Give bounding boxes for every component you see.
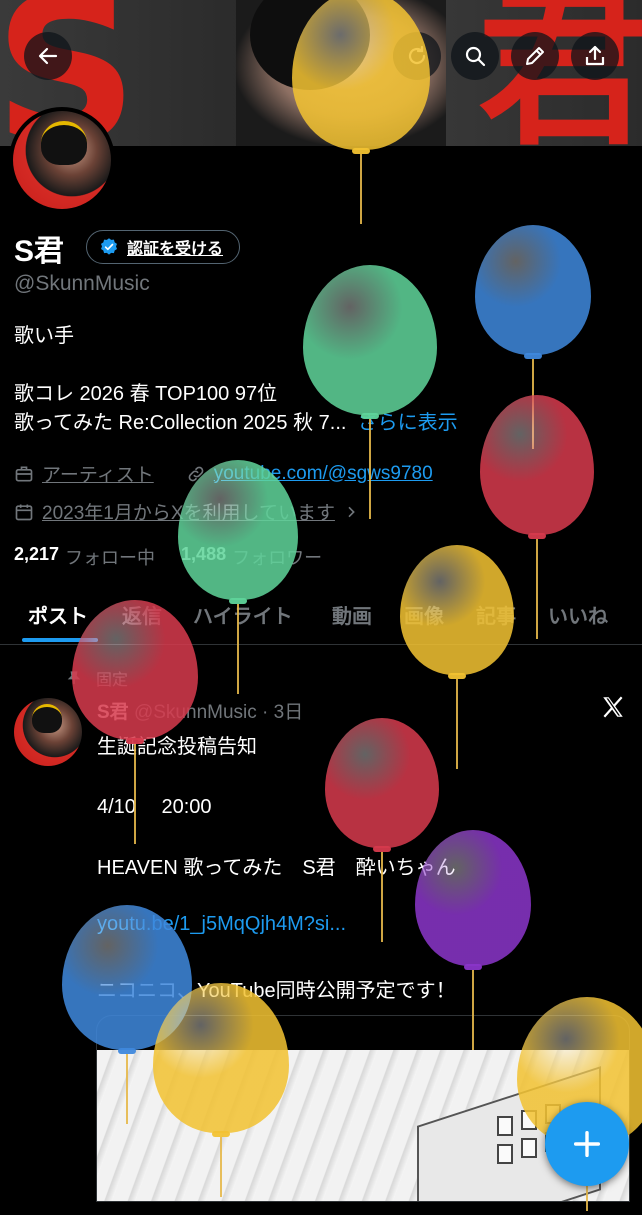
bio-line-3-text: 歌ってみた Re:Collection 2025 秋 7...	[14, 412, 347, 434]
balloon-body	[480, 395, 594, 535]
edit-button[interactable]	[511, 32, 559, 80]
sketch-window	[497, 1144, 513, 1164]
tweet-line-1: 生誕記念投稿告知	[97, 736, 257, 758]
share-button[interactable]	[571, 32, 619, 80]
profile-avatar[interactable]	[9, 107, 115, 213]
tweet-youtube-link[interactable]: youtu.be/1_j5MqQjh4M?si...	[97, 913, 346, 936]
followers-label[interactable]: フォロワー	[232, 544, 322, 570]
tweet-avatar-hair	[32, 704, 62, 733]
tweet-line-3: HEAVEN 歌ってみた S君 酔いちゃん	[97, 857, 456, 879]
profile-website-link[interactable]: youtube.com/@sgws9780	[214, 463, 433, 485]
refresh-icon	[408, 45, 426, 65]
balloon	[400, 545, 514, 773]
joined-date: 2023年1月からXを利用しています	[42, 503, 335, 524]
following-label[interactable]: フォロー中	[65, 544, 155, 570]
balloon-knot	[352, 148, 370, 154]
joined-row[interactable]: 2023年1月からXを利用しています	[14, 498, 359, 525]
balloon	[475, 225, 591, 453]
link-icon	[188, 466, 204, 481]
tweet-line-5: ニコニコ、YouTube同時公開予定です！	[97, 980, 456, 1002]
balloon-body	[475, 225, 591, 355]
balloon-body	[325, 718, 439, 848]
get-verified-label: 認証を受ける	[127, 241, 224, 258]
refresh-button[interactable]	[393, 32, 441, 80]
avatar-hair	[41, 121, 87, 165]
balloon	[325, 718, 439, 946]
tab-videos[interactable]: 動画	[332, 600, 372, 629]
tweet-media-image[interactable]	[96, 1015, 630, 1202]
pinned-label: 固定	[96, 672, 129, 689]
tab-replies[interactable]: 返信	[122, 600, 162, 629]
bio-line-3: 歌ってみた Re:Collection 2025 秋 7... さらに表示	[14, 409, 458, 438]
tab-highlights[interactable]: ハイライト	[193, 600, 293, 629]
balloon-knot	[448, 673, 466, 679]
profile-handle: @SkunnMusic	[14, 272, 150, 295]
search-button[interactable]	[451, 32, 499, 80]
profile-tabs: ポスト 返信 ハイライト 動画 画像 記事 いいね	[0, 592, 642, 645]
back-button[interactable]	[24, 32, 72, 80]
pinned-indicator: 固定	[66, 666, 128, 690]
balloon-knot	[524, 353, 542, 359]
get-verified-button[interactable]: 認証を受ける	[86, 230, 241, 264]
search-icon	[465, 46, 486, 67]
tab-articles[interactable]: 記事	[476, 600, 516, 629]
x-logo-icon	[603, 696, 623, 718]
pin-icon	[67, 671, 81, 684]
balloon	[178, 460, 298, 698]
bio-line-1: 歌い手	[14, 325, 74, 347]
sketch-window	[521, 1138, 537, 1158]
bio-line-2: 歌コレ 2026 春 TOP100 97位	[14, 383, 278, 405]
sketch-window	[497, 1116, 513, 1136]
avatar-image	[13, 111, 111, 209]
balloon-knot	[528, 533, 546, 539]
plus-icon	[573, 1130, 601, 1158]
briefcase-icon	[15, 466, 33, 481]
edit-icon	[526, 47, 544, 65]
follow-stats: 2,217 フォロー中 1,488 フォロワー	[14, 544, 322, 570]
profile-name: S君	[14, 235, 65, 268]
calendar-icon	[15, 504, 33, 520]
following-count[interactable]: 2,217	[14, 544, 59, 570]
verified-badge-icon	[101, 238, 117, 255]
tab-posts[interactable]: ポスト	[28, 600, 88, 629]
tweet-handle-time: @SkunnMusic · 3日	[133, 702, 304, 723]
chevron-right-icon	[348, 506, 355, 517]
bio-blank-line	[14, 351, 458, 380]
tweet-avatar[interactable]	[14, 698, 82, 766]
tab-images[interactable]: 画像	[404, 600, 444, 629]
balloon-string	[360, 154, 362, 224]
banner-letter-kun: 君	[478, 0, 642, 146]
followers-count[interactable]: 1,488	[181, 544, 226, 570]
profile-category[interactable]: アーティスト	[42, 460, 154, 487]
active-tab-indicator	[22, 638, 98, 642]
tweet-line-2: 4/10 20:00	[97, 796, 212, 818]
sketch-window	[521, 1110, 537, 1130]
balloon-string	[456, 679, 458, 769]
compose-post-button[interactable]	[545, 1102, 629, 1186]
share-icon	[585, 45, 605, 66]
profile-meta-row: アーティスト youtube.com/@sgws9780	[14, 460, 433, 487]
tab-likes[interactable]: いいね	[548, 600, 608, 629]
profile-bio: 歌い手 歌コレ 2026 春 TOP100 97位 歌ってみた Re:Colle…	[14, 322, 458, 438]
back-icon	[38, 47, 58, 65]
show-more-link[interactable]: さらに表示	[358, 412, 458, 434]
tweet-author-name[interactable]: S君	[97, 702, 129, 723]
tweet-header: S君 @SkunnMusic · 3日	[97, 697, 303, 724]
balloon-knot	[464, 964, 482, 970]
balloon-string	[532, 359, 534, 449]
